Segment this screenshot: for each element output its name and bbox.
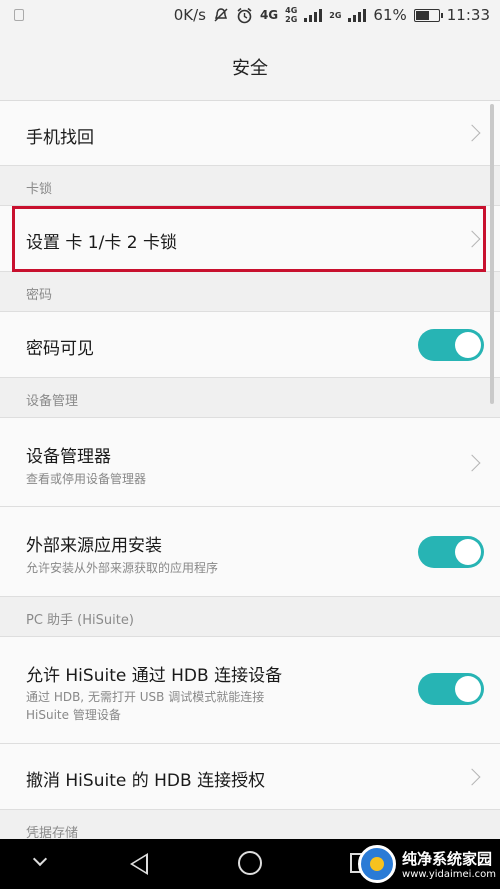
nav-back-icon[interactable] xyxy=(130,853,148,875)
hisuite-hdb-toggle[interactable] xyxy=(418,673,484,705)
section-header-password: 密码 xyxy=(0,272,500,312)
signal-icon-2 xyxy=(348,8,367,22)
device-admin-row[interactable]: 设备管理器 查看或停用设备管理器 xyxy=(0,418,500,507)
chevron-right-icon xyxy=(463,768,481,786)
password-visible-label: 密码可见 xyxy=(26,339,94,359)
chevron-right-icon xyxy=(463,124,481,142)
hisuite-hdb-subtitle-line2: HiSuite 管理设备 xyxy=(26,708,121,722)
toggle-knob xyxy=(455,676,481,702)
network-speed: 0K/s xyxy=(173,6,206,24)
scrollbar[interactable] xyxy=(490,104,494,404)
hisuite-hdb-row[interactable]: 允许 HiSuite 通过 HDB 连接设备 通过 HDB, 无需打开 USB … xyxy=(0,637,500,744)
unknown-sources-toggle[interactable] xyxy=(418,536,484,568)
find-phone-row[interactable]: 手机找回 xyxy=(0,101,500,166)
hisuite-hdb-label: 允许 HiSuite 通过 HDB 连接设备 xyxy=(26,666,283,686)
signal-icon xyxy=(304,8,323,22)
notification-icon xyxy=(14,9,24,21)
battery-percent: 61% xyxy=(373,6,407,24)
watermark: 纯净系统家园 www.yidaimei.com xyxy=(358,845,496,883)
network-type-4g: 4G xyxy=(259,8,279,22)
password-visible-toggle[interactable] xyxy=(418,329,484,361)
mute-icon xyxy=(214,8,228,22)
revoke-hdb-row[interactable]: 撤消 HiSuite 的 HDB 连接授权 xyxy=(0,744,500,810)
watermark-url: www.yidaimei.com xyxy=(402,869,496,880)
alarm-icon xyxy=(237,7,252,23)
section-header-sim-lock: 卡锁 xyxy=(0,166,500,206)
hisuite-hdb-subtitle-line1: 通过 HDB, 无需打开 USB 调试模式就能连接 xyxy=(26,690,265,704)
network-stack: 4G 2G xyxy=(285,6,298,24)
network-type-2g: 2G xyxy=(329,10,342,20)
sim-lock-row[interactable]: 设置 卡 1/卡 2 卡锁 xyxy=(0,206,500,272)
find-phone-label: 手机找回 xyxy=(26,128,94,148)
clock: 11:33 xyxy=(446,6,490,24)
chevron-right-icon xyxy=(463,230,481,248)
section-header-pc-assistant: PC 助手 (HiSuite) xyxy=(0,597,500,637)
watermark-logo-icon xyxy=(358,845,397,883)
page-title: 安全 xyxy=(232,58,268,79)
chevron-right-icon xyxy=(463,454,481,472)
revoke-hdb-label: 撤消 HiSuite 的 HDB 连接授权 xyxy=(26,771,266,791)
unknown-sources-subtitle: 允许安装从外部来源获取的应用程序 xyxy=(26,561,219,575)
sim-lock-label: 设置 卡 1/卡 2 卡锁 xyxy=(26,233,177,253)
unknown-sources-row[interactable]: 外部来源应用安装 允许安装从外部来源获取的应用程序 xyxy=(0,507,500,597)
watermark-title: 纯净系统家园 xyxy=(402,850,493,868)
toggle-knob xyxy=(455,332,481,358)
password-visible-row[interactable]: 密码可见 xyxy=(0,312,500,378)
status-bar: 0K/s 4G 4G 2G 2G 61% 11:33 xyxy=(0,0,500,34)
unknown-sources-label: 外部来源应用安装 xyxy=(26,536,162,556)
status-icons: 0K/s 4G 4G 2G 2G 61% 11:33 xyxy=(174,6,490,24)
nav-home-icon[interactable] xyxy=(238,851,262,875)
nav-down-icon[interactable] xyxy=(32,851,48,867)
page-title-bar: 安全 xyxy=(0,34,500,100)
device-admin-label: 设备管理器 xyxy=(26,447,111,467)
device-admin-subtitle: 查看或停用设备管理器 xyxy=(26,472,147,486)
section-header-device-admin: 设备管理 xyxy=(0,378,500,418)
battery-icon xyxy=(413,8,443,22)
toggle-knob xyxy=(455,539,481,565)
settings-list: 手机找回 卡锁 设置 卡 1/卡 2 卡锁 密码 密码可见 设备管理 设备管理器… xyxy=(0,100,500,850)
